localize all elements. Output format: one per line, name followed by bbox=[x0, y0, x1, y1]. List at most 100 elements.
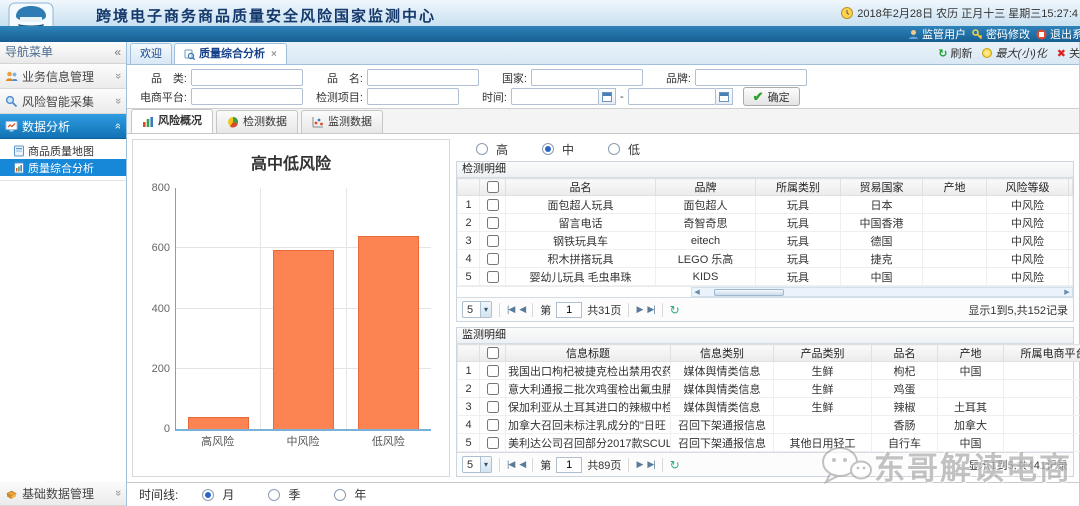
row-checkbox[interactable] bbox=[487, 401, 499, 413]
column-header[interactable]: 风险等级 bbox=[987, 179, 1069, 196]
filter-label-brand: 品牌: bbox=[647, 70, 691, 86]
row-checkbox[interactable] bbox=[487, 235, 499, 247]
table-row[interactable]: 1我国出口枸杞被捷克检出禁用农药媒体舆情类信息生鲜枸杞中国 bbox=[458, 362, 1080, 380]
table-cell: 玩具 bbox=[756, 214, 841, 232]
table-row[interactable]: 2意大利通报二批次鸡蛋检出氟虫腈媒体舆情类信息生鲜鸡蛋 bbox=[458, 380, 1080, 398]
first-page-button[interactable]: |◀ bbox=[507, 459, 514, 470]
row-checkbox[interactable] bbox=[487, 383, 499, 395]
platform-input[interactable] bbox=[191, 88, 303, 105]
category-input[interactable] bbox=[191, 69, 303, 86]
scrollbar-track[interactable]: ◀ ▶ bbox=[691, 287, 1073, 297]
table-row[interactable]: 5美利达公司召回部分2017款SCUL召回下架通报信息其他日用轻工自行车中国 bbox=[458, 434, 1080, 452]
sidebar-item-quality-map[interactable]: 商品质量地图 bbox=[0, 142, 126, 159]
radio-option-高[interactable]: 高 bbox=[476, 141, 508, 158]
scroll-left-icon[interactable]: ◀ bbox=[692, 288, 702, 296]
table-row[interactable]: 3钢铁玩具车eitech玩具德国中风险 bbox=[458, 232, 1073, 250]
row-checkbox[interactable] bbox=[487, 419, 499, 431]
maximize-button[interactable]: 最大(小)化 bbox=[982, 45, 1046, 61]
brand-input[interactable] bbox=[695, 69, 807, 86]
radio-option-季[interactable]: 季 bbox=[268, 486, 300, 503]
table-row[interactable]: 4加拿大召回未标注乳成分的"日旺召回下架通报信息香肠加拿大 bbox=[458, 416, 1080, 434]
column-header[interactable]: 品牌 bbox=[656, 179, 756, 196]
close-button[interactable]: ✖ 关闭 bbox=[1057, 45, 1080, 61]
radio-option-低[interactable]: 低 bbox=[608, 141, 640, 158]
prev-page-button[interactable]: ◀ bbox=[519, 304, 525, 315]
sidebar-collapse-button[interactable]: « bbox=[114, 42, 121, 63]
page-input[interactable] bbox=[556, 457, 582, 473]
table-row[interactable]: 4积木拼搭玩具LEGO 乐高玩具捷克中风险 bbox=[458, 250, 1073, 268]
start-date-input[interactable] bbox=[511, 88, 599, 105]
product-name-input[interactable] bbox=[367, 69, 479, 86]
refresh-grid-button[interactable]: ↻ bbox=[670, 303, 679, 317]
row-select-cell bbox=[480, 362, 506, 380]
start-date-calendar-button[interactable] bbox=[599, 88, 616, 105]
bar-高风险 bbox=[188, 417, 249, 429]
column-header[interactable]: 信息类别 bbox=[671, 345, 774, 362]
change-password-link[interactable]: 密码修改 bbox=[972, 26, 1030, 42]
row-checkbox[interactable] bbox=[487, 217, 499, 229]
radio-option-中[interactable]: 中 bbox=[542, 141, 574, 158]
column-header[interactable]: 所属电商平台 bbox=[1004, 345, 1080, 362]
test-item-input[interactable] bbox=[367, 88, 459, 105]
column-header[interactable]: 产地 bbox=[938, 345, 1004, 362]
table-row[interactable]: 5婴幼儿玩具 毛虫串珠KIDS玩具中国中风险 bbox=[458, 268, 1073, 286]
last-page-button[interactable]: ▶| bbox=[647, 304, 654, 315]
column-header[interactable]: 所属类别 bbox=[756, 179, 841, 196]
page-input[interactable] bbox=[556, 302, 582, 318]
confirm-button[interactable]: ✔ 确定 bbox=[743, 87, 800, 106]
end-date-calendar-button[interactable] bbox=[716, 88, 733, 105]
panel-title: 监测明细 bbox=[457, 328, 1073, 344]
next-page-button[interactable]: ▶ bbox=[636, 304, 642, 315]
scrollbar-thumb[interactable] bbox=[714, 289, 784, 296]
column-header[interactable]: 产品类别 bbox=[774, 345, 872, 362]
sidebar-group-base-data[interactable]: 基础数据管理 » bbox=[0, 481, 126, 506]
last-page-button[interactable]: ▶| bbox=[647, 459, 654, 470]
column-header[interactable]: 信息标题 bbox=[506, 345, 671, 362]
refresh-grid-button[interactable]: ↻ bbox=[670, 458, 679, 472]
row-checkbox[interactable] bbox=[487, 199, 499, 211]
column-header[interactable]: 产地 bbox=[923, 179, 987, 196]
page-size-select[interactable]: 5 bbox=[462, 301, 492, 318]
sidebar-group-business-info[interactable]: 业务信息管理 » bbox=[0, 64, 126, 89]
row-index: 1 bbox=[458, 196, 480, 214]
user-icon bbox=[908, 29, 919, 40]
tab-welcome[interactable]: 欢迎 bbox=[130, 43, 172, 64]
prev-page-button[interactable]: ◀ bbox=[519, 459, 525, 470]
tab-quality-analysis[interactable]: 质量综合分析 × bbox=[174, 43, 287, 64]
column-header[interactable]: 贸易国家 bbox=[841, 179, 923, 196]
table-row[interactable]: 2留言电话奇智奇思玩具中国香港中风险 bbox=[458, 214, 1073, 232]
table-row[interactable]: 1面包超人玩具面包超人玩具日本中风险 bbox=[458, 196, 1073, 214]
row-checkbox[interactable] bbox=[487, 253, 499, 265]
radio-icon bbox=[542, 143, 554, 155]
select-all-checkbox[interactable] bbox=[487, 181, 499, 193]
ctab-risk-overview[interactable]: 风险概况 bbox=[131, 109, 213, 133]
row-checkbox[interactable] bbox=[487, 365, 499, 377]
country-input[interactable] bbox=[531, 69, 643, 86]
radio-option-年[interactable]: 年 bbox=[334, 486, 366, 503]
column-header[interactable]: 品名 bbox=[872, 345, 938, 362]
column-header[interactable]: 品名 bbox=[506, 179, 656, 196]
tab-close-icon[interactable]: × bbox=[271, 45, 277, 64]
dropdown-arrow-icon bbox=[480, 302, 491, 317]
table-row[interactable]: 3保加利亚从土耳其进口的辣椒中检媒体舆情类信息生鲜辣椒土耳其 bbox=[458, 398, 1080, 416]
ctab-monitoring-data[interactable]: 监测数据 bbox=[301, 110, 383, 133]
horizontal-scrollbar: ◀ ▶ bbox=[457, 286, 1073, 297]
user-account-link[interactable]: 监管用户 bbox=[908, 26, 966, 42]
next-page-button[interactable]: ▶ bbox=[636, 459, 642, 470]
page-size-select[interactable]: 5 bbox=[462, 456, 492, 473]
scroll-right-icon[interactable]: ▶ bbox=[1062, 288, 1072, 296]
sidebar-group-risk-collect[interactable]: 风险智能采集 » bbox=[0, 89, 126, 114]
sidebar-item-quality-analysis[interactable]: 质量综合分析 bbox=[0, 159, 126, 176]
sidebar-group-data-analysis[interactable]: 数据分析 » bbox=[0, 114, 126, 139]
radio-icon bbox=[334, 489, 346, 501]
row-checkbox[interactable] bbox=[487, 271, 499, 283]
refresh-button[interactable]: ↻ 刷新 bbox=[938, 45, 972, 61]
row-checkbox[interactable] bbox=[487, 437, 499, 449]
radio-option-月[interactable]: 月 bbox=[202, 486, 234, 503]
end-date-input[interactable] bbox=[628, 88, 716, 105]
first-page-button[interactable]: |◀ bbox=[507, 304, 514, 315]
close-icon: ✖ bbox=[1057, 47, 1066, 60]
select-all-checkbox[interactable] bbox=[487, 347, 499, 359]
logout-link[interactable]: 退出系统 bbox=[1036, 26, 1080, 42]
ctab-detection-data[interactable]: 检测数据 bbox=[216, 110, 298, 133]
